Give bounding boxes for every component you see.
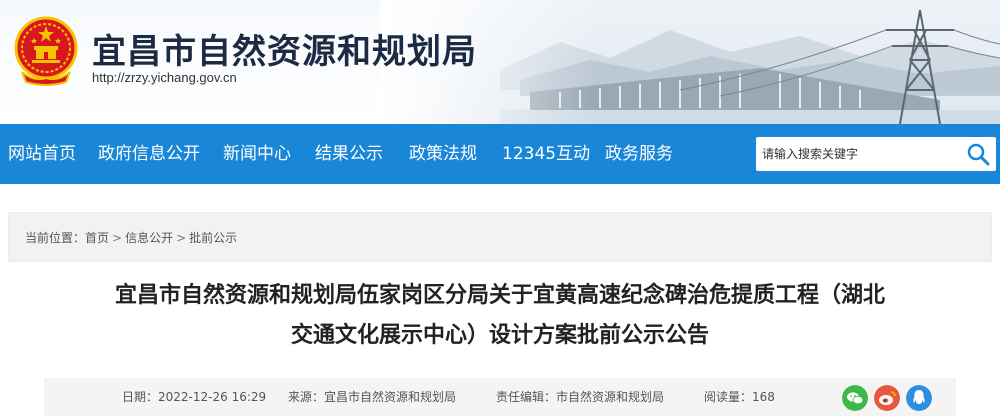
breadcrumb-separator: > <box>176 231 187 245</box>
meta-editor-value: 市自然资源和规划局 <box>556 390 665 404</box>
site-url: http://zrzy.yichang.gov.cn <box>92 70 237 85</box>
search-input[interactable] <box>756 137 956 171</box>
meta-reads-label: 阅读量： <box>704 390 753 404</box>
breadcrumb-home-link[interactable]: 首页 <box>85 231 109 245</box>
meta-source: 来源：宜昌市自然资源和规划局 <box>288 378 456 416</box>
meta-date-value: 2022-12-26 16:29 <box>158 390 267 404</box>
site-title: 宜昌市自然资源和规划局 <box>92 32 477 72</box>
meta-editor-label: 责任编辑： <box>496 390 557 404</box>
meta-reads: 阅读量：168 <box>704 378 775 416</box>
meta-date-label: 日期： <box>122 390 159 404</box>
article-title: 宜昌市自然资源和规划局伍家岗区分局关于宜黄高速纪念碑治危提质工程（湖北 交通文化… <box>40 276 960 356</box>
nav-item-gov-info[interactable]: 政府信息公开 <box>98 124 200 184</box>
breadcrumb-info-link[interactable]: 信息公开 <box>125 231 173 245</box>
nav-item-policies[interactable]: 政策法规 <box>409 124 477 184</box>
meta-source-value: 宜昌市自然资源和规划局 <box>324 390 457 404</box>
breadcrumb-separator: > <box>112 231 123 245</box>
main-nav-bar: 网站首页 政府信息公开 新闻中心 结果公示 政策法规 12345互动 政务服务 <box>0 124 1000 184</box>
breadcrumb: 当前位置：首页 > 信息公开 > 批前公示 <box>25 213 237 263</box>
nav-item-news[interactable]: 新闻中心 <box>223 124 291 184</box>
qzone-icon[interactable] <box>906 385 932 411</box>
nav-item-services[interactable]: 政务服务 <box>605 124 673 184</box>
meta-reads-value: 168 <box>752 390 775 404</box>
article-title-line-2: 交通文化展示中心）设计方案批前公示公告 <box>290 323 709 348</box>
article-title-line-1: 宜昌市自然资源和规划局伍家岗区分局关于宜黄高速纪念碑治危提质工程（湖北 <box>114 283 885 308</box>
search-icon[interactable] <box>966 142 990 166</box>
article-meta-bar: 日期：2022-12-26 16:29 来源：宜昌市自然资源和规划局 责任编辑：… <box>44 378 956 416</box>
nav-item-home[interactable]: 网站首页 <box>8 124 76 184</box>
search-box <box>756 137 996 171</box>
meta-editor: 责任编辑：市自然资源和规划局 <box>496 378 664 416</box>
meta-date: 日期：2022-12-26 16:29 <box>122 378 266 416</box>
wechat-icon[interactable] <box>842 385 868 411</box>
meta-source-label: 来源： <box>288 390 325 404</box>
weibo-icon[interactable] <box>874 385 900 411</box>
national-emblem-logo <box>14 16 78 86</box>
nav-item-12345[interactable]: 12345互动 <box>502 124 590 184</box>
site-header: 宜昌市自然资源和规划局 http://zrzy.yichang.gov.cn <box>0 0 1000 124</box>
breadcrumb-prefix: 当前位置： <box>25 231 86 245</box>
nav-item-results[interactable]: 结果公示 <box>315 124 383 184</box>
breadcrumb-bar: 当前位置：首页 > 信息公开 > 批前公示 <box>8 212 992 262</box>
breadcrumb-current-link[interactable]: 批前公示 <box>189 231 237 245</box>
